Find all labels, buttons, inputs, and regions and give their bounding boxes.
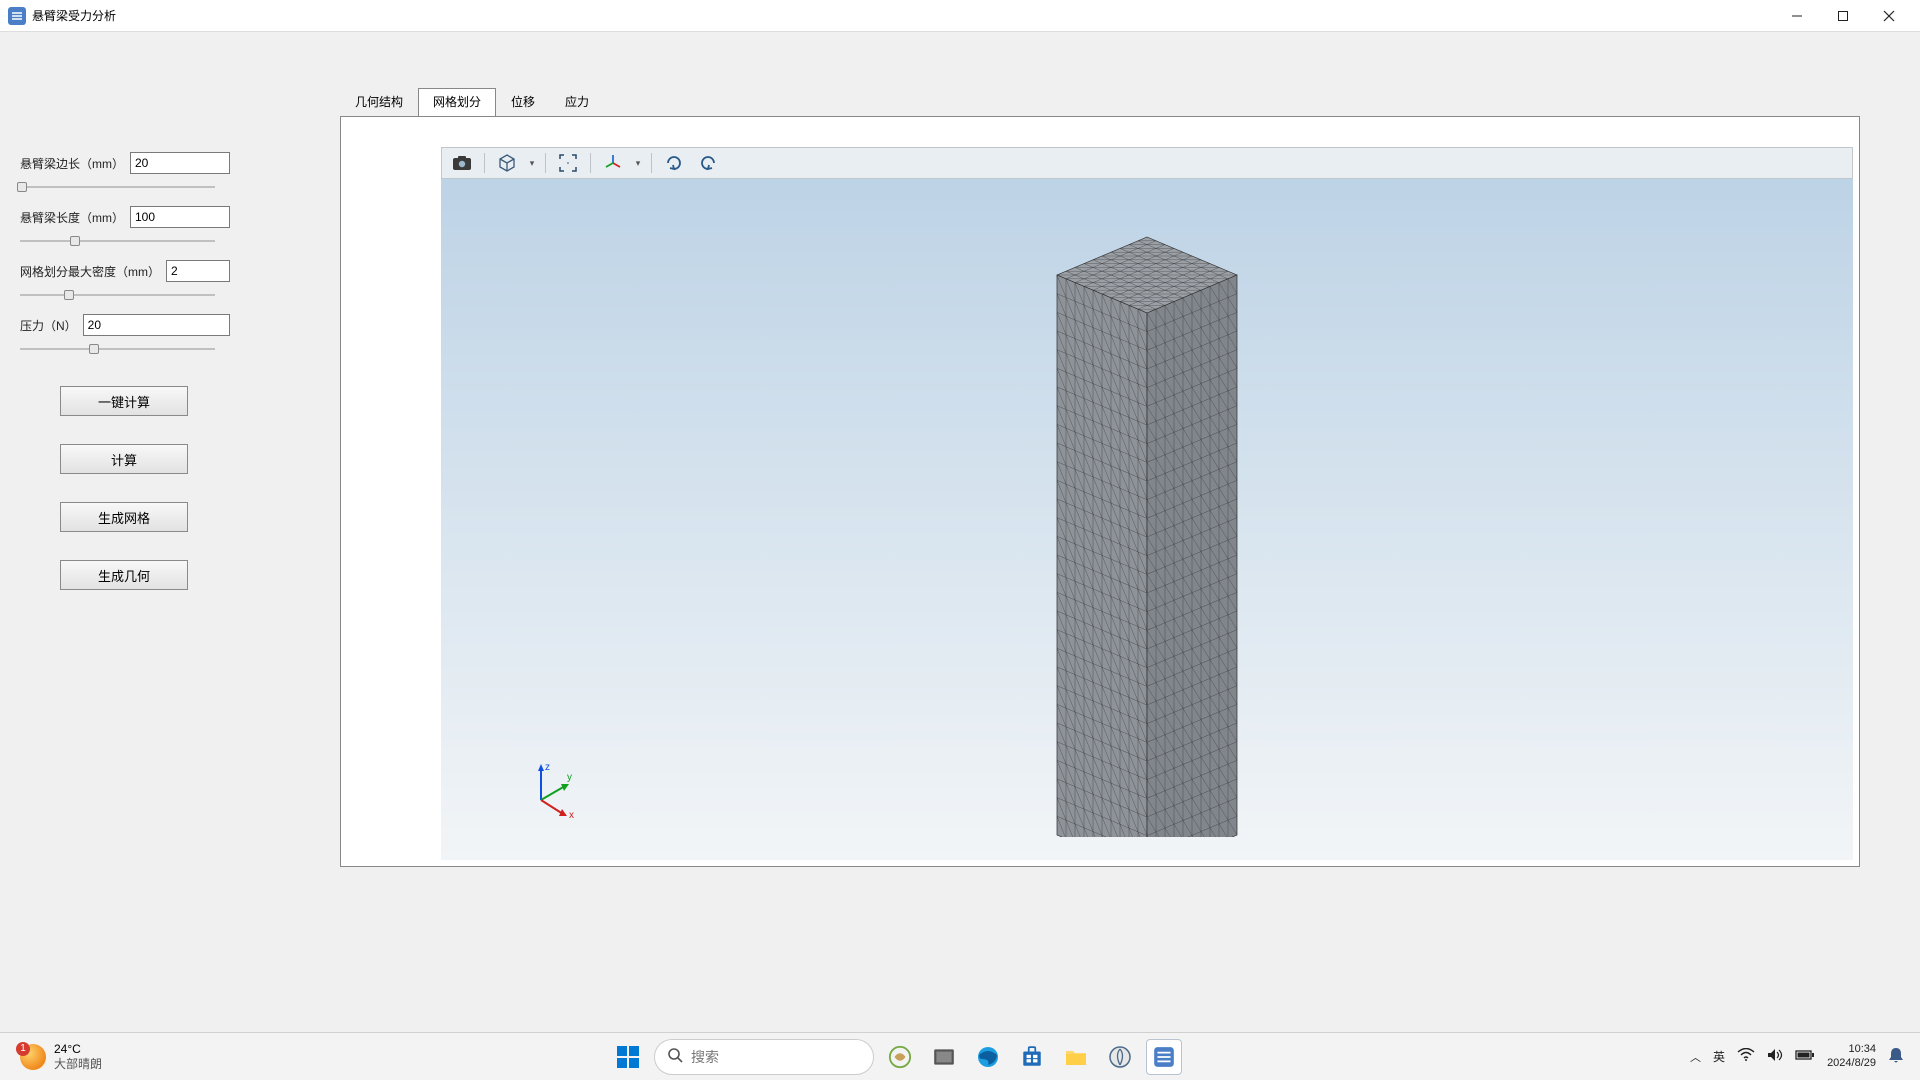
param-mesh-density-label: 网格划分最大密度（mm）	[20, 263, 160, 280]
app-icon	[8, 7, 26, 25]
clock-date: 2024/8/29	[1827, 1057, 1876, 1070]
view-cube-dropdown[interactable]: ▾	[527, 158, 537, 169]
window-title: 悬臂梁受力分析	[32, 7, 116, 24]
param-edge-length: 悬臂梁边长（mm）	[20, 152, 230, 194]
taskbar-app-explorer[interactable]	[1058, 1039, 1094, 1075]
length-input[interactable]	[130, 206, 230, 228]
gen-mesh-button[interactable]: 生成网格	[60, 502, 188, 532]
tray-overflow-icon[interactable]: ︿	[1690, 1049, 1701, 1065]
minimize-button[interactable]	[1774, 0, 1820, 32]
triad-x-label: x	[569, 810, 574, 821]
param-pressure: 压力（N）	[20, 314, 230, 356]
view-cube-icon[interactable]	[493, 151, 521, 175]
weather-desc: 大部晴朗	[54, 1057, 102, 1071]
axes-toggle-icon[interactable]	[599, 151, 627, 175]
calc-button[interactable]: 计算	[60, 444, 188, 474]
taskbar-search[interactable]: 搜索	[654, 1039, 874, 1075]
edge-length-slider[interactable]	[20, 180, 215, 194]
taskbar-app-taskview[interactable]	[926, 1039, 962, 1075]
triad-z-label: z	[545, 762, 550, 773]
weather-temp: 24°C	[54, 1042, 102, 1056]
taskbar-app-browser[interactable]	[1102, 1039, 1138, 1075]
rotate-cw-icon[interactable]	[660, 151, 688, 175]
param-pressure-label: 压力（N）	[20, 317, 77, 334]
titlebar: 悬臂梁受力分析	[0, 0, 1920, 32]
volume-icon[interactable]	[1767, 1048, 1783, 1065]
triad-y-label: y	[567, 772, 572, 783]
one-click-calc-button[interactable]: 一键计算	[60, 386, 188, 416]
search-icon	[667, 1047, 683, 1066]
battery-icon[interactable]	[1795, 1049, 1815, 1064]
taskbar: 24°C 大部晴朗 搜索	[0, 1032, 1920, 1080]
view-region: 几何结构 网格划分 位移 应力 ▾	[340, 87, 1860, 862]
tab-displacement[interactable]: 位移	[496, 88, 550, 117]
tab-mesh[interactable]: 网格划分	[418, 88, 496, 117]
windows-logo-icon	[617, 1046, 639, 1068]
tab-geometry[interactable]: 几何结构	[340, 88, 418, 117]
ime-indicator[interactable]: 英	[1713, 1048, 1725, 1065]
param-mesh-density: 网格划分最大密度（mm）	[20, 260, 230, 302]
tabs: 几何结构 网格划分 位移 应力	[340, 87, 1860, 116]
taskbar-app-copilot[interactable]	[882, 1039, 918, 1075]
close-button[interactable]	[1866, 0, 1912, 32]
param-length-label: 悬臂梁长度（mm）	[20, 209, 124, 226]
screenshot-icon[interactable]	[448, 151, 476, 175]
length-slider[interactable]	[20, 234, 215, 248]
taskbar-app-edge[interactable]	[970, 1039, 1006, 1075]
axes-toggle-dropdown[interactable]: ▾	[633, 158, 643, 169]
maximize-button[interactable]	[1820, 0, 1866, 32]
taskbar-app-current[interactable]	[1146, 1039, 1182, 1075]
gen-geom-button[interactable]: 生成几何	[60, 560, 188, 590]
notifications-icon[interactable]	[1888, 1046, 1904, 1067]
param-length: 悬臂梁长度（mm）	[20, 206, 230, 248]
parameter-panel: 悬臂梁边长（mm） 悬臂梁长度（mm） 网格划分最大密度（mm）	[20, 152, 230, 590]
weather-widget[interactable]: 24°C 大部晴朗	[0, 1042, 102, 1071]
weather-icon	[20, 1044, 46, 1070]
pressure-input[interactable]	[83, 314, 230, 336]
meshed-beam	[1047, 197, 1247, 837]
mesh-density-input[interactable]	[166, 260, 230, 282]
rotate-ccw-icon[interactable]	[694, 151, 722, 175]
taskbar-app-store[interactable]	[1014, 1039, 1050, 1075]
taskbar-clock[interactable]: 10:34 2024/8/29	[1827, 1043, 1876, 1069]
clock-time: 10:34	[1827, 1043, 1876, 1056]
param-edge-length-label: 悬臂梁边长（mm）	[20, 155, 124, 172]
pressure-slider[interactable]	[20, 342, 215, 356]
mesh-density-slider[interactable]	[20, 288, 215, 302]
edge-length-input[interactable]	[130, 152, 230, 174]
fit-view-icon[interactable]	[554, 151, 582, 175]
coordinate-triad: z y x	[521, 760, 581, 820]
wifi-icon[interactable]	[1737, 1048, 1755, 1065]
viewport-container: ▾ ▾	[340, 116, 1860, 867]
tab-stress[interactable]: 应力	[550, 88, 604, 117]
viewport-3d[interactable]: z y x	[441, 179, 1853, 860]
viewport-toolbar: ▾ ▾	[441, 147, 1853, 179]
start-button[interactable]	[610, 1039, 646, 1075]
search-placeholder: 搜索	[691, 1047, 719, 1067]
